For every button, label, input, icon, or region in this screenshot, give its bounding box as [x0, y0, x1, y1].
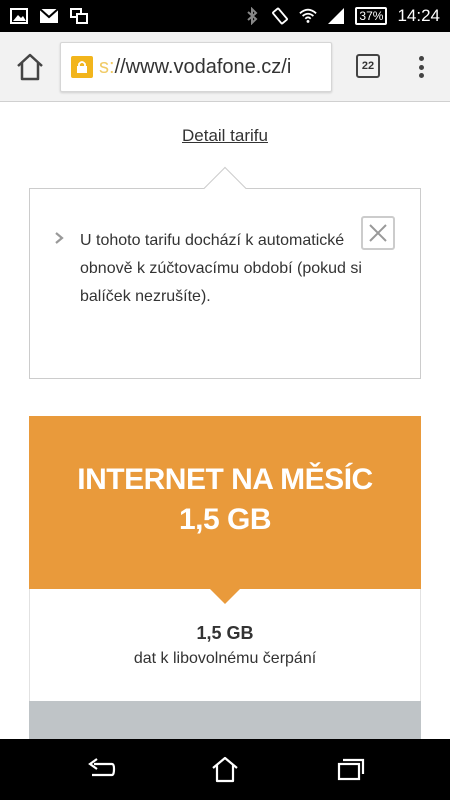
tariff-title-line1: INTERNET NA MĚSÍC	[77, 463, 373, 496]
home-nav-button[interactable]	[210, 755, 240, 783]
clock: 14:24	[397, 6, 440, 25]
home-icon	[17, 53, 43, 81]
data-amount: 1,5 GB	[196, 623, 254, 643]
tariff-card: INTERNET NA MĚSÍC 1,5 GB 1,5 GB dat k li…	[29, 416, 421, 739]
image-icon	[10, 8, 28, 24]
home-icon	[212, 756, 238, 783]
screen-icon	[70, 8, 88, 24]
info-text: U tohoto tarifu dochází k automatické ob…	[80, 232, 362, 305]
gmail-icon	[40, 8, 58, 24]
status-bar: 37% 14:24	[0, 0, 450, 32]
overflow-menu-button[interactable]	[414, 52, 428, 82]
tariff-card-header: INTERNET NA MĚSÍC 1,5 GB	[29, 416, 421, 604]
menu-dot	[418, 56, 424, 61]
rotation-icon	[271, 7, 289, 25]
home-button[interactable]	[14, 52, 46, 82]
signal-icon	[327, 8, 345, 24]
tariff-title-line2: 1,5 GB	[178, 503, 272, 536]
browser-toolbar: s://www.vodafone.cz/i 22	[0, 32, 450, 102]
detail-link-wrapper: Detail tarifu	[0, 126, 450, 146]
bluetooth-icon	[243, 7, 261, 25]
wifi-icon	[299, 8, 318, 24]
tab-switcher-button[interactable]: 22	[356, 54, 380, 78]
detail-tarifu-link[interactable]: Detail tarifu	[182, 126, 268, 145]
url-path: //www.vodafone.cz/i	[114, 55, 292, 78]
info-popup: U tohoto tarifu dochází k automatické ob…	[29, 166, 421, 379]
close-icon	[369, 224, 387, 242]
back-icon	[88, 758, 116, 777]
tariff-card-price-area	[29, 701, 421, 739]
data-description: dat k libovolnému čerpání	[133, 650, 317, 667]
menu-dot	[418, 73, 424, 78]
screen: 37% 14:24 s://www.vodafone.cz/i 22 Detai…	[0, 0, 450, 800]
url-scheme: s:	[99, 55, 115, 78]
recents-icon	[337, 758, 365, 781]
navigation-bar	[0, 739, 450, 800]
tariff-card-body: 1,5 GB dat k libovolnému čerpání	[30, 589, 420, 701]
recents-button[interactable]	[335, 755, 365, 783]
url-text: s://www.vodafone.cz/i	[99, 56, 291, 79]
menu-dot	[418, 64, 424, 70]
battery-indicator: 37%	[355, 7, 388, 25]
popup-notch	[203, 166, 247, 210]
close-button[interactable]	[361, 216, 395, 250]
chevron-right-icon	[54, 231, 64, 250]
back-button[interactable]	[86, 755, 116, 783]
lock-icon	[71, 56, 93, 78]
address-bar[interactable]: s://www.vodafone.cz/i	[60, 42, 332, 92]
web-content: Detail tarifu U tohoto tarifu dochází k …	[0, 102, 450, 739]
